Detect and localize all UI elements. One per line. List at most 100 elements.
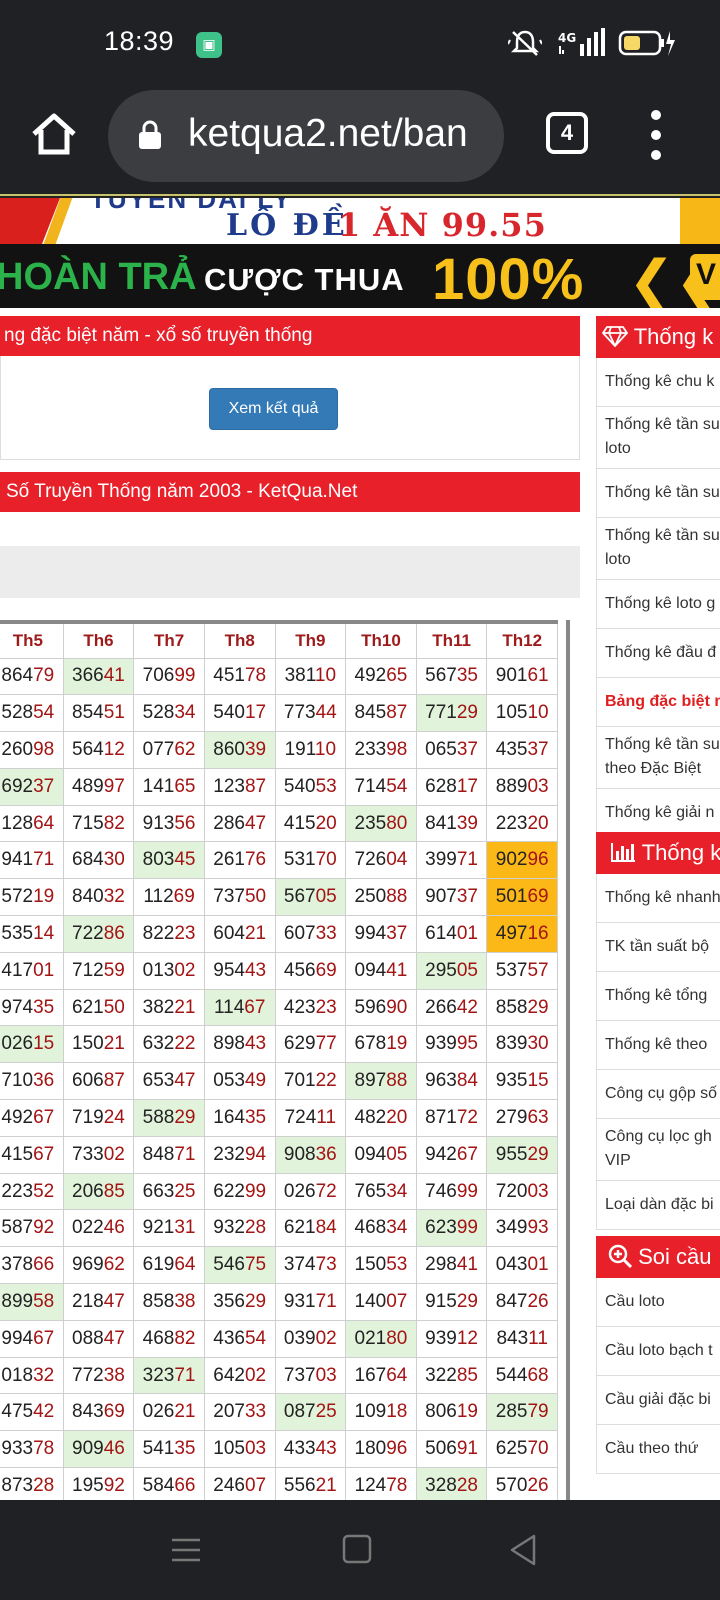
column-header: Th5 <box>0 620 64 659</box>
result-last-two: 22 <box>315 1070 337 1092</box>
result-last-two: 29 <box>456 1290 478 1312</box>
sidebar-link[interactable]: Thống kê tần su <box>596 469 720 518</box>
result-prefix: 629 <box>283 1033 316 1055</box>
recents-button[interactable] <box>168 1532 208 1572</box>
result-prefix: 955 <box>495 1143 528 1165</box>
home-button[interactable] <box>28 108 80 160</box>
view-results-button[interactable]: Xem kết quả <box>209 388 338 430</box>
result-cell: 89958 <box>0 1283 64 1321</box>
sidebar-link[interactable]: Loại dàn đặc bi <box>596 1181 720 1230</box>
result-last-two: 47 <box>103 1327 125 1349</box>
result-last-two: 67 <box>456 1143 478 1165</box>
sidebar-link[interactable]: Thống kê tần su loto <box>596 518 720 580</box>
result-cell: 22320 <box>486 804 558 843</box>
result-last-two: 63 <box>527 1106 549 1128</box>
result-prefix: 540 <box>213 702 245 724</box>
result-last-two: 02 <box>103 1143 125 1165</box>
result-last-two: 54 <box>244 1327 267 1349</box>
sidebar-link[interactable]: Thống kê tần su theo Đặc Biệt <box>596 727 720 789</box>
home-nav-button[interactable] <box>340 1532 380 1572</box>
battery-icon <box>618 29 676 62</box>
result-prefix: 913 <box>142 812 175 834</box>
result-prefix: 506 <box>425 1438 457 1460</box>
back-button[interactable] <box>506 1532 546 1572</box>
result-cell: 70122 <box>274 1062 347 1101</box>
result-last-two: 64 <box>174 1254 196 1276</box>
column-header: Th7 <box>133 620 205 659</box>
result-last-two: 20 <box>315 812 337 834</box>
result-cell: 62150 <box>62 988 135 1027</box>
result-last-two: 59 <box>103 959 125 981</box>
sidebar-link-label: Thống kê đầu đ <box>605 644 717 661</box>
result-last-two: 03 <box>527 775 549 797</box>
result-last-two: 03 <box>244 1438 267 1460</box>
address-bar[interactable]: ketqua2.net/ban <box>108 90 504 182</box>
result-last-two: 29 <box>174 1106 196 1128</box>
sidebar-link[interactable]: Thống kê chu k <box>596 358 720 407</box>
result-prefix: 415 <box>283 812 316 834</box>
result-prefix: 889 <box>495 775 528 797</box>
result-cell: 68430 <box>62 841 135 880</box>
result-last-two: 43 <box>244 959 267 981</box>
sidebar-link[interactable]: Công cụ gộp số <box>596 1070 720 1119</box>
result-prefix: 908 <box>283 1143 316 1165</box>
overflow-menu-button[interactable] <box>646 110 666 162</box>
result-last-two: 49 <box>244 1070 267 1092</box>
result-last-two: 37 <box>456 738 478 760</box>
result-prefix: 018 <box>1 1364 34 1386</box>
sidebar-link[interactable]: Thống kê loto g <box>596 580 720 629</box>
banner-lost-bet-text: CƯỢC THUA <box>204 262 405 297</box>
result-last-two: 62 <box>103 1254 125 1276</box>
result-cell: 59690 <box>345 988 417 1027</box>
result-prefix: 094 <box>354 1143 387 1165</box>
result-last-two: 65 <box>174 775 196 797</box>
sidebar-link-label: Thống kê tần su <box>605 736 720 753</box>
sidebar-link[interactable]: Cầu giải đặc bi <box>596 1376 720 1425</box>
result-prefix: 933 <box>1 1438 34 1460</box>
result-last-two: 79 <box>33 665 55 687</box>
sidebar-link[interactable]: Thống kê tổng <box>596 972 720 1021</box>
result-cell: 08725 <box>274 1393 347 1432</box>
sidebar-link[interactable]: Cầu loto bạch t <box>596 1327 720 1376</box>
result-cell: 80345 <box>133 841 205 880</box>
results-table-container[interactable]: Th5 Th6 Th7 Th8 Th9 Th10 Th11 Th12 86479 36641 70… <box>0 620 570 1500</box>
result-last-two: 67 <box>33 1106 55 1128</box>
result-cell: 49267 <box>0 1099 64 1137</box>
sidebar-link[interactable]: Thống kê tần su loto <box>596 407 720 469</box>
sidebar-link[interactable]: Công cụ lọc gh VIP <box>596 1119 720 1181</box>
tab-switcher-button[interactable]: 4 <box>546 112 588 154</box>
signal-4g-icon: 4G <box>554 27 606 63</box>
result-last-two: 72 <box>315 1180 337 1202</box>
result-last-two: 25 <box>174 1180 196 1202</box>
result-prefix: 772 <box>72 1364 104 1386</box>
sidebar-link[interactable]: Thống kê giải n <box>596 789 720 838</box>
table-row: 57219 84032 11269 73750 56705 25088 90737 50169 <box>0 878 558 917</box>
sidebar-section-stats2: Thống k <box>596 832 720 874</box>
result-cell: 71259 <box>62 951 135 990</box>
result-last-two: 78 <box>33 1438 55 1460</box>
sidebar-link[interactable]: Thống kê nhanh <box>596 874 720 923</box>
result-prefix: 492 <box>354 665 387 687</box>
result-last-two: 88 <box>386 886 408 908</box>
sidebar-link[interactable]: Cầu loto <box>596 1278 720 1327</box>
result-prefix: 026 <box>142 1401 175 1423</box>
result-cell: 15021 <box>62 1025 135 1064</box>
result-cell: 04301 <box>486 1246 558 1285</box>
table-row: 69237 48997 14165 12387 54053 71454 62817 88903 <box>0 767 558 806</box>
result-cell: 72003 <box>486 1172 558 1211</box>
result-last-two: 30 <box>527 1033 549 1055</box>
sidebar-link[interactable]: TK tần suất bộ <box>596 923 720 972</box>
sidebar-link[interactable]: Thống kê đầu đ <box>596 629 720 678</box>
sidebar-link-label: loto <box>605 440 631 457</box>
result-prefix: 839 <box>495 1033 528 1055</box>
sidebar-link[interactable]: Thống kê theo <box>596 1021 720 1070</box>
result-last-two: 99 <box>244 1180 267 1202</box>
result-cell: 55621 <box>274 1467 347 1500</box>
sidebar-link[interactable]: Bảng đặc biệt n <box>596 678 720 727</box>
result-cell: 29841 <box>415 1246 488 1285</box>
result-last-two: 41 <box>386 959 408 981</box>
result-last-two: 02 <box>244 1364 267 1386</box>
sidebar-link[interactable]: Cầu theo thứ <box>596 1425 720 1474</box>
result-prefix: 939 <box>425 1033 457 1055</box>
sidebar-link-label: VIP <box>605 1152 631 1169</box>
